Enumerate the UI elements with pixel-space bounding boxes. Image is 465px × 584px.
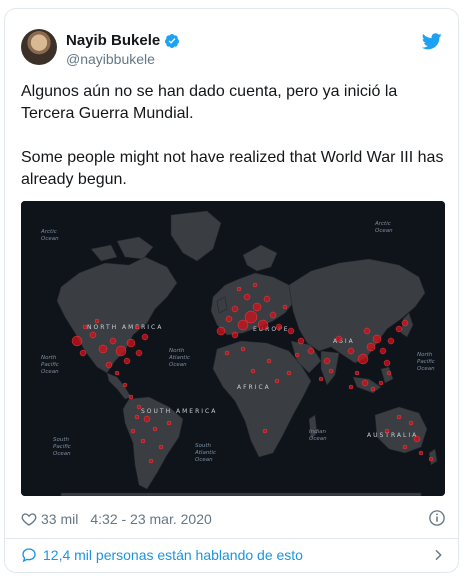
ocean-label: Pacific (41, 362, 59, 368)
tweet-meta: 33 mil 4:32 - 23 mar. 2020 (21, 509, 446, 529)
ocean-label: Ocean (169, 362, 187, 368)
continent-label: NORTH AMERICA (87, 324, 163, 331)
ocean-label: South (195, 443, 211, 449)
continent-label: AUSTRALIA (367, 432, 418, 439)
tweet-text-english: Some people might not have realized that… (21, 149, 444, 188)
continent-label: AFRICA (237, 384, 271, 391)
ocean-label: Ocean (41, 236, 59, 242)
ocean-label: Indian (309, 429, 326, 435)
author-handle[interactable]: @nayibbukele (66, 51, 155, 67)
tweet-text: Algunos aún no se han dado cuenta, pero … (21, 81, 446, 191)
like-button[interactable]: 33 mil (21, 511, 78, 527)
ocean-label: Ocean (309, 436, 327, 442)
like-count: 33 mil (41, 511, 79, 527)
ocean-label: Atlantic (194, 450, 216, 456)
ocean-label: Ocean (375, 228, 393, 234)
world-map: Arctic Ocean Arctic Ocean North Pacific … (21, 201, 445, 496)
ocean-label: Arctic (40, 229, 57, 235)
heart-icon (21, 513, 37, 526)
speech-bubble-icon (22, 548, 36, 563)
info-icon[interactable] (428, 509, 446, 527)
ocean-label: Atlantic (168, 355, 190, 361)
avatar[interactable] (21, 29, 57, 65)
chevron-right-icon (435, 549, 442, 561)
ocean-label: North (169, 348, 185, 354)
tweet-media-world-map[interactable]: Arctic Ocean Arctic Ocean North Pacific … (21, 201, 445, 496)
ocean-label: Pacific (53, 444, 71, 450)
verified-badge-icon (165, 33, 180, 48)
tweet-timestamp[interactable]: 4:32 - 23 mar. 2020 (90, 511, 211, 527)
ocean-label: North (417, 352, 433, 358)
tweet-card: Nayib Bukele @nayibbukele Algunos aún no… (4, 8, 459, 573)
divider (5, 538, 458, 539)
ocean-label: Ocean (53, 451, 71, 457)
conversation-label: 12,4 mil personas están hablando de esto (43, 547, 303, 563)
ocean-label: North (41, 355, 57, 361)
twitter-bird-icon[interactable] (422, 33, 442, 50)
ocean-label: Pacific (417, 359, 435, 365)
tweet-text-spanish: Algunos aún no se han dado cuenta, pero … (21, 83, 398, 122)
author-display-name[interactable]: Nayib Bukele (66, 32, 160, 49)
continent-label: SOUTH AMERICA (141, 408, 217, 415)
ocean-label: South (53, 437, 69, 443)
ocean-label: Ocean (417, 366, 435, 372)
author-name-row[interactable]: Nayib Bukele (66, 32, 180, 49)
conversation-link[interactable]: 12,4 mil personas están hablando de esto (21, 545, 446, 565)
ocean-label: Arctic (374, 221, 391, 227)
ocean-label: Ocean (195, 457, 213, 463)
ocean-label: Ocean (41, 369, 59, 375)
